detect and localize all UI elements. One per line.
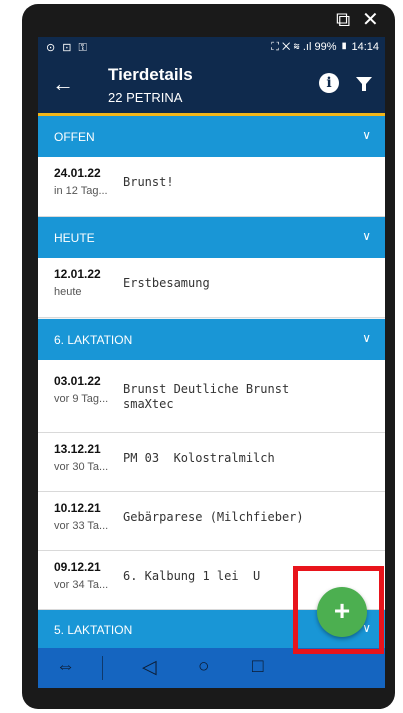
section-label: OFFEN	[54, 130, 95, 144]
event-date: 24.01.22	[54, 166, 101, 180]
animal-name: 22 PETRINA	[108, 90, 183, 105]
nav-divider	[102, 656, 103, 680]
chevron-down-icon: ∨	[362, 128, 371, 142]
event-relative-time: heute	[54, 286, 82, 298]
status-right-group: ⛶ ✕ ≋ .ıl 99% ▮ 14:14	[271, 41, 379, 54]
event-row[interactable]: 03.01.22 vor 9 Tag... Brunst Deutliche B…	[38, 360, 385, 433]
event-description: Gebärparese (Milchfieber)	[123, 510, 304, 524]
event-description: PM 03 Kolostralmilch	[123, 451, 275, 465]
filter-icon[interactable]	[355, 75, 373, 93]
event-relative-time: vor 30 Ta...	[54, 461, 109, 473]
event-date: 09.12.21	[54, 560, 101, 574]
event-date: 12.01.22	[54, 267, 101, 281]
nav-home-icon[interactable]: ○	[198, 656, 209, 678]
section-label: HEUTE	[54, 231, 95, 245]
event-description: Brunst!	[123, 175, 174, 189]
restore-window-icon[interactable]: ⧉	[336, 10, 350, 30]
nav-back-icon[interactable]: ◁	[142, 656, 157, 679]
event-date: 13.12.21	[54, 442, 101, 456]
event-relative-time: vor 34 Ta...	[54, 579, 109, 591]
page-title: Tierdetails	[108, 65, 193, 84]
section-header-offen[interactable]: OFFEN ∨	[38, 116, 385, 157]
event-description: 6. Kalbung 1 lei U	[123, 569, 261, 583]
back-arrow-icon[interactable]: ←	[52, 71, 74, 97]
event-relative-time: in 12 Tag...	[54, 185, 108, 197]
section-header-6-laktation[interactable]: 6. LAKTATION ∨	[38, 319, 385, 360]
highlight-box	[293, 566, 384, 654]
status-left-icons: ⊙ ⊡ ⚿	[46, 42, 89, 54]
event-date: 03.01.22	[54, 374, 101, 388]
event-relative-time: vor 9 Tag...	[54, 393, 109, 405]
event-row[interactable]: 12.01.22 heute Erstbesamung	[38, 258, 385, 318]
app-switch-icon[interactable]: ⇔	[56, 656, 75, 678]
event-description: Erstbesamung	[123, 276, 210, 290]
event-row[interactable]: 24.01.22 in 12 Tag... Brunst!	[38, 157, 385, 217]
event-relative-time: vor 33 Ta...	[54, 520, 109, 532]
close-window-icon[interactable]: ✕	[362, 10, 379, 30]
info-icon[interactable]: i	[319, 73, 339, 93]
app-bar: ← Tierdetails 22 PETRINA i	[38, 57, 385, 116]
status-right-icons: ⛶ ✕ ≋ .ıl	[271, 41, 312, 53]
chevron-down-icon: ∨	[362, 331, 371, 345]
battery-percent: 99%	[314, 41, 337, 53]
event-description: Brunst Deutliche Brunst smaXtec	[123, 382, 290, 411]
nav-recents-icon[interactable]: □	[252, 656, 263, 678]
clock: 14:14	[351, 41, 379, 53]
event-row[interactable]: 10.12.21 vor 33 Ta... Gebärparese (Milch…	[38, 492, 385, 551]
battery-icon: ▮	[339, 41, 349, 53]
status-bar: ⊙ ⊡ ⚿ ⛶ ✕ ≋ .ıl 99% ▮ 14:14	[38, 37, 385, 57]
section-label: 6. LAKTATION	[54, 333, 133, 347]
android-nav-bar: ⇔ ◁ ○ □	[38, 648, 385, 688]
chevron-down-icon: ∨	[362, 229, 371, 243]
section-header-heute[interactable]: HEUTE ∨	[38, 217, 385, 258]
event-row[interactable]: 13.12.21 vor 30 Ta... PM 03 Kolostralmil…	[38, 433, 385, 492]
event-date: 10.12.21	[54, 501, 101, 515]
section-label: 5. LAKTATION	[54, 623, 133, 637]
